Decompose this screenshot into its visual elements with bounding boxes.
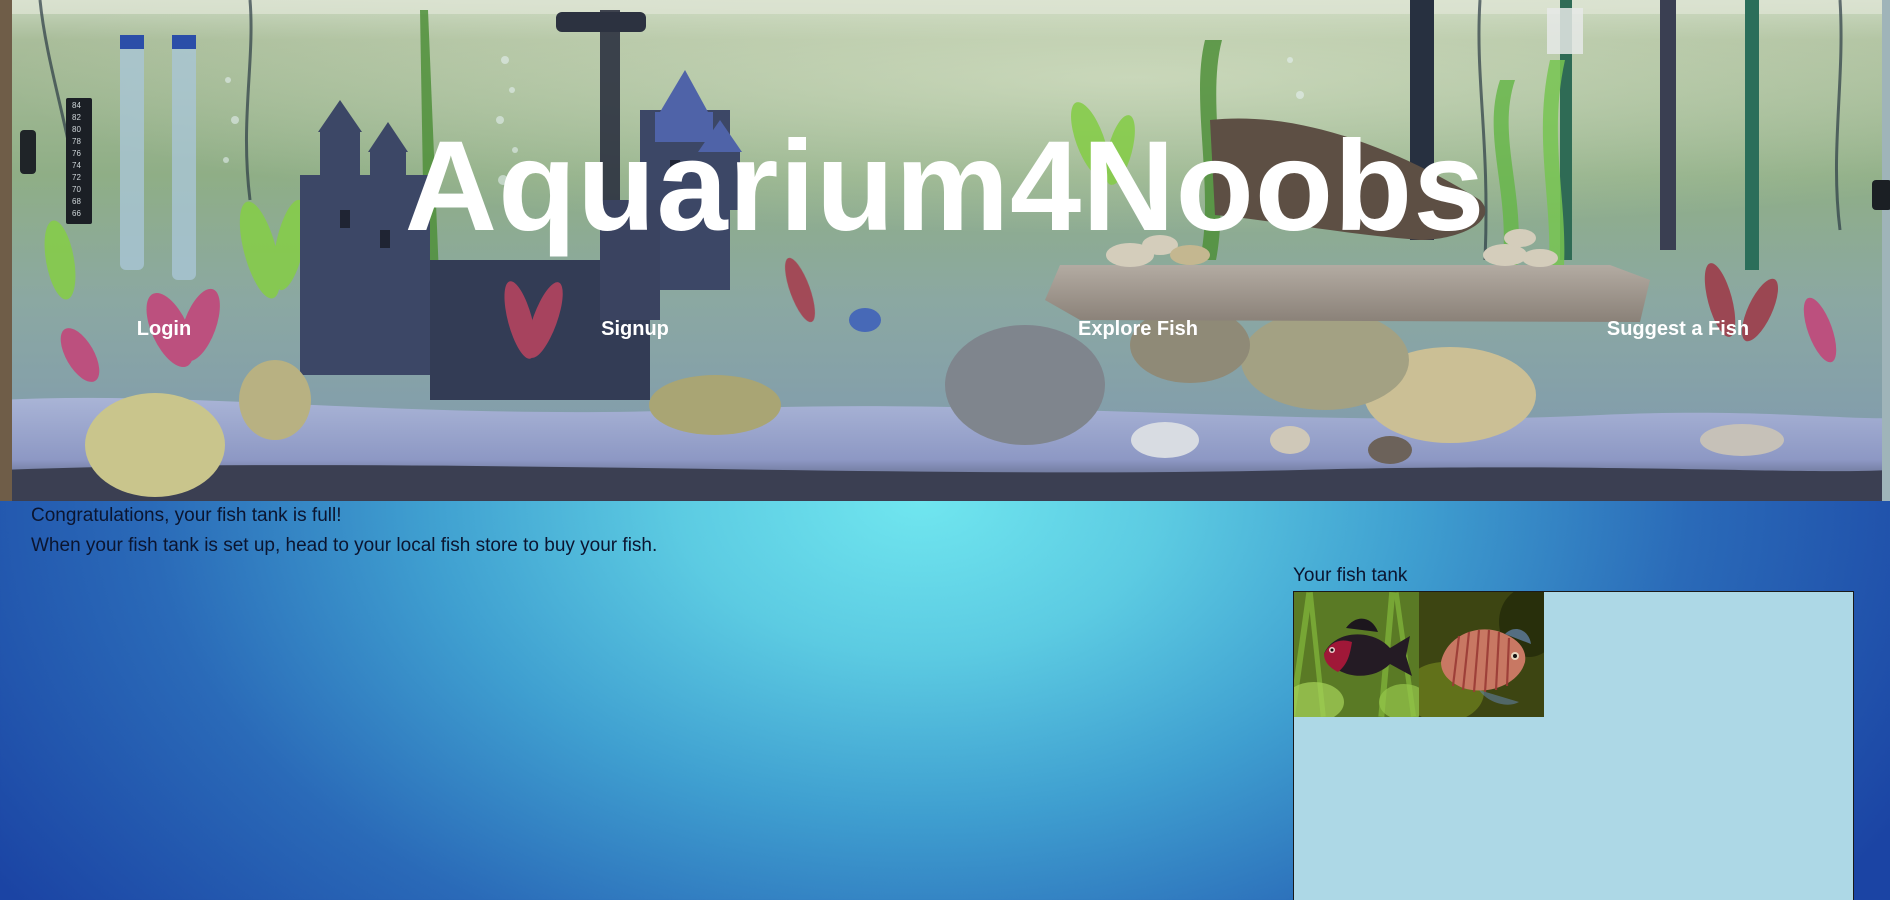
tank-fish-card[interactable] <box>1404 587 1559 722</box>
tank-fish-card[interactable] <box>1284 591 1429 722</box>
fish-store-message: When your fish tank is set up, head to y… <box>31 535 658 556</box>
tank-full-message: Congratulations, your fish tank is full! <box>31 505 342 526</box>
main-nav: Login Signup Explore Fish Suggest a Fish <box>0 316 1890 346</box>
svg-text:84: 84 <box>72 101 81 110</box>
nav-suggest-fish-link[interactable]: Suggest a Fish <box>1607 316 1749 342</box>
nav-explore-fish-link[interactable]: Explore Fish <box>1078 316 1198 342</box>
nav-signup-link[interactable]: Signup <box>601 316 669 342</box>
dwarf-gourami-fish-photo <box>1404 587 1559 722</box>
site-title: Aquarium4Noobs <box>404 115 1486 258</box>
nav-login-link[interactable]: Login <box>137 316 191 342</box>
fish-tank-heading: Your fish tank <box>1293 565 1408 586</box>
fish-tank-panel <box>1284 587 1854 900</box>
hero-banner: 84 82 80 78 76 74 72 70 68 66 Aquarium4N… <box>0 0 1890 501</box>
black-ruby-barb-fish-photo <box>1284 591 1429 722</box>
